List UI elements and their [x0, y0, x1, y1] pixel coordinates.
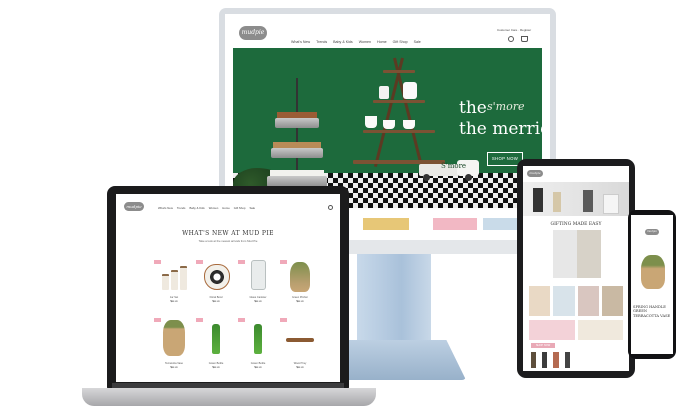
product-image — [254, 324, 262, 354]
nav-item[interactable]: Gift Shop — [234, 206, 246, 210]
tablet-banner-text: GIFTING MADE EASY — [550, 222, 602, 227]
new-badge — [154, 318, 161, 322]
tablet-screen: mudpie GIFTING MADE EASY SHOP NOW — [523, 166, 629, 371]
product-image — [286, 338, 314, 342]
hero-headline-2: the merrier — [459, 119, 542, 139]
nav-item[interactable]: Women — [359, 40, 371, 44]
laptop: mudpie What's New Trends Baby & Kids Wom… — [107, 186, 349, 389]
tablet-row — [529, 286, 623, 316]
product-card[interactable]: Green Bottle $xx.xx — [196, 318, 236, 378]
nav-item[interactable]: Home — [222, 206, 229, 210]
product-price: $xx.xx — [212, 366, 220, 369]
nav-item[interactable]: Trends — [316, 40, 327, 44]
smartphone: mudpie SPRING HANDLE GREEN TERRACOTTA VA… — [628, 210, 676, 359]
product-image — [290, 262, 310, 292]
product-name[interactable]: Green Bottle — [238, 362, 278, 365]
nav-item[interactable]: What's New — [291, 40, 310, 44]
laptop-nav: What's New Trends Baby & Kids Women Home… — [158, 206, 255, 210]
brand-logo[interactable]: mudpie — [527, 170, 543, 177]
truck-sign: S'more — [441, 162, 467, 170]
cart-icon[interactable] — [521, 36, 528, 42]
laptop-screen: mudpie What's New Trends Baby & Kids Wom… — [116, 194, 340, 382]
product-image — [204, 264, 230, 290]
tablet-row-2 — [529, 320, 623, 340]
phone-screen: mudpie SPRING HANDLE GREEN TERRACOTTA VA… — [631, 215, 673, 354]
product-image — [163, 320, 185, 356]
laptop-base — [82, 388, 376, 406]
nav-item[interactable]: Home — [377, 40, 387, 44]
monitor-stand — [357, 254, 431, 344]
truck-decor: S'more — [419, 158, 483, 182]
page-heading: WHAT'S NEW AT MUD PIE — [182, 230, 274, 237]
shop-now-button[interactable]: SHOP NOW — [531, 343, 555, 348]
utility-links[interactable]: Customer Care · Register — [497, 28, 531, 32]
product-grid: Jar Set $xx.xx Floral Bowl $xx.xx Glass … — [154, 260, 324, 380]
product-name[interactable]: Wood Tray — [280, 362, 320, 365]
product-name[interactable]: Green Bottle — [196, 362, 236, 365]
tablet-bottom-products — [531, 352, 621, 368]
product-caption: SPRING HANDLE GREEN TERRACOTTA VASE — [633, 305, 671, 318]
product-price: $xx.xx — [170, 300, 178, 303]
product-price: $xx.xx — [296, 366, 304, 369]
tiered-tray-stand — [267, 78, 327, 188]
product-card[interactable]: Terracotta Vase $xx.xx — [154, 318, 194, 378]
product-price: $xx.xx — [254, 366, 262, 369]
product-card[interactable]: Green Pitcher $xx.xx — [280, 260, 320, 318]
hero-headline-1: the — [459, 98, 487, 118]
product-image — [641, 255, 665, 289]
new-badge — [196, 318, 203, 322]
nav-item[interactable]: Sale — [414, 40, 421, 44]
product-image — [212, 324, 220, 354]
nav-item[interactable]: Gift Shop — [393, 40, 408, 44]
product-price: $xx.xx — [296, 300, 304, 303]
new-badge — [238, 318, 245, 322]
hero-banner[interactable]: S'more the s'more the merrier SHOP NOW — [233, 48, 542, 208]
brand-logo[interactable]: mudpie — [124, 202, 144, 211]
search-icon[interactable] — [328, 205, 333, 210]
nav-item[interactable]: Baby & Kids — [189, 206, 204, 210]
product-name[interactable]: Glass Canister — [238, 296, 278, 299]
new-badge — [196, 260, 203, 264]
page-subheading: Take a look at the newest arrivals from … — [198, 239, 258, 243]
product-card[interactable]: Green Bottle $xx.xx — [238, 318, 278, 378]
product-card[interactable]: Jar Set $xx.xx — [154, 260, 194, 318]
tablet: mudpie GIFTING MADE EASY SHOP NOW — [517, 159, 635, 378]
nav-item[interactable]: Baby & Kids — [333, 40, 353, 44]
tablet-hero[interactable] — [523, 182, 629, 216]
product-name[interactable]: Green Pitcher — [280, 296, 320, 299]
new-badge — [238, 260, 245, 264]
new-badge — [280, 318, 287, 322]
product-card[interactable]: Wood Tray $xx.xx — [280, 318, 320, 378]
product-name[interactable]: Terracotta Vase — [154, 362, 194, 365]
product-price: $xx.xx — [170, 366, 178, 369]
product-name[interactable]: Floral Bowl — [196, 296, 236, 299]
product-price: $xx.xx — [212, 300, 220, 303]
product-name[interactable]: Jar Set — [154, 296, 194, 299]
brand-logo[interactable]: mudpie — [239, 26, 267, 40]
search-icon[interactable] — [508, 36, 514, 42]
nav-item[interactable]: What's New — [158, 206, 173, 210]
nav-item[interactable]: Women — [209, 206, 219, 210]
product-price: $xx.xx — [254, 300, 262, 303]
nav-item[interactable]: Trends — [177, 206, 186, 210]
new-badge — [280, 260, 287, 264]
product-card[interactable]: Floral Bowl $xx.xx — [196, 260, 236, 318]
nav-item[interactable]: Sale — [249, 206, 255, 210]
product-image — [251, 260, 266, 290]
product-card[interactable]: Glass Canister $xx.xx — [238, 260, 278, 318]
product-image — [162, 274, 169, 290]
new-badge — [154, 260, 161, 264]
hero-script: s'more — [487, 100, 525, 113]
main-nav: What's New Trends Baby & Kids Women Home… — [291, 40, 421, 44]
tablet-product-grid — [553, 230, 601, 278]
brand-logo[interactable]: mudpie — [645, 229, 659, 235]
